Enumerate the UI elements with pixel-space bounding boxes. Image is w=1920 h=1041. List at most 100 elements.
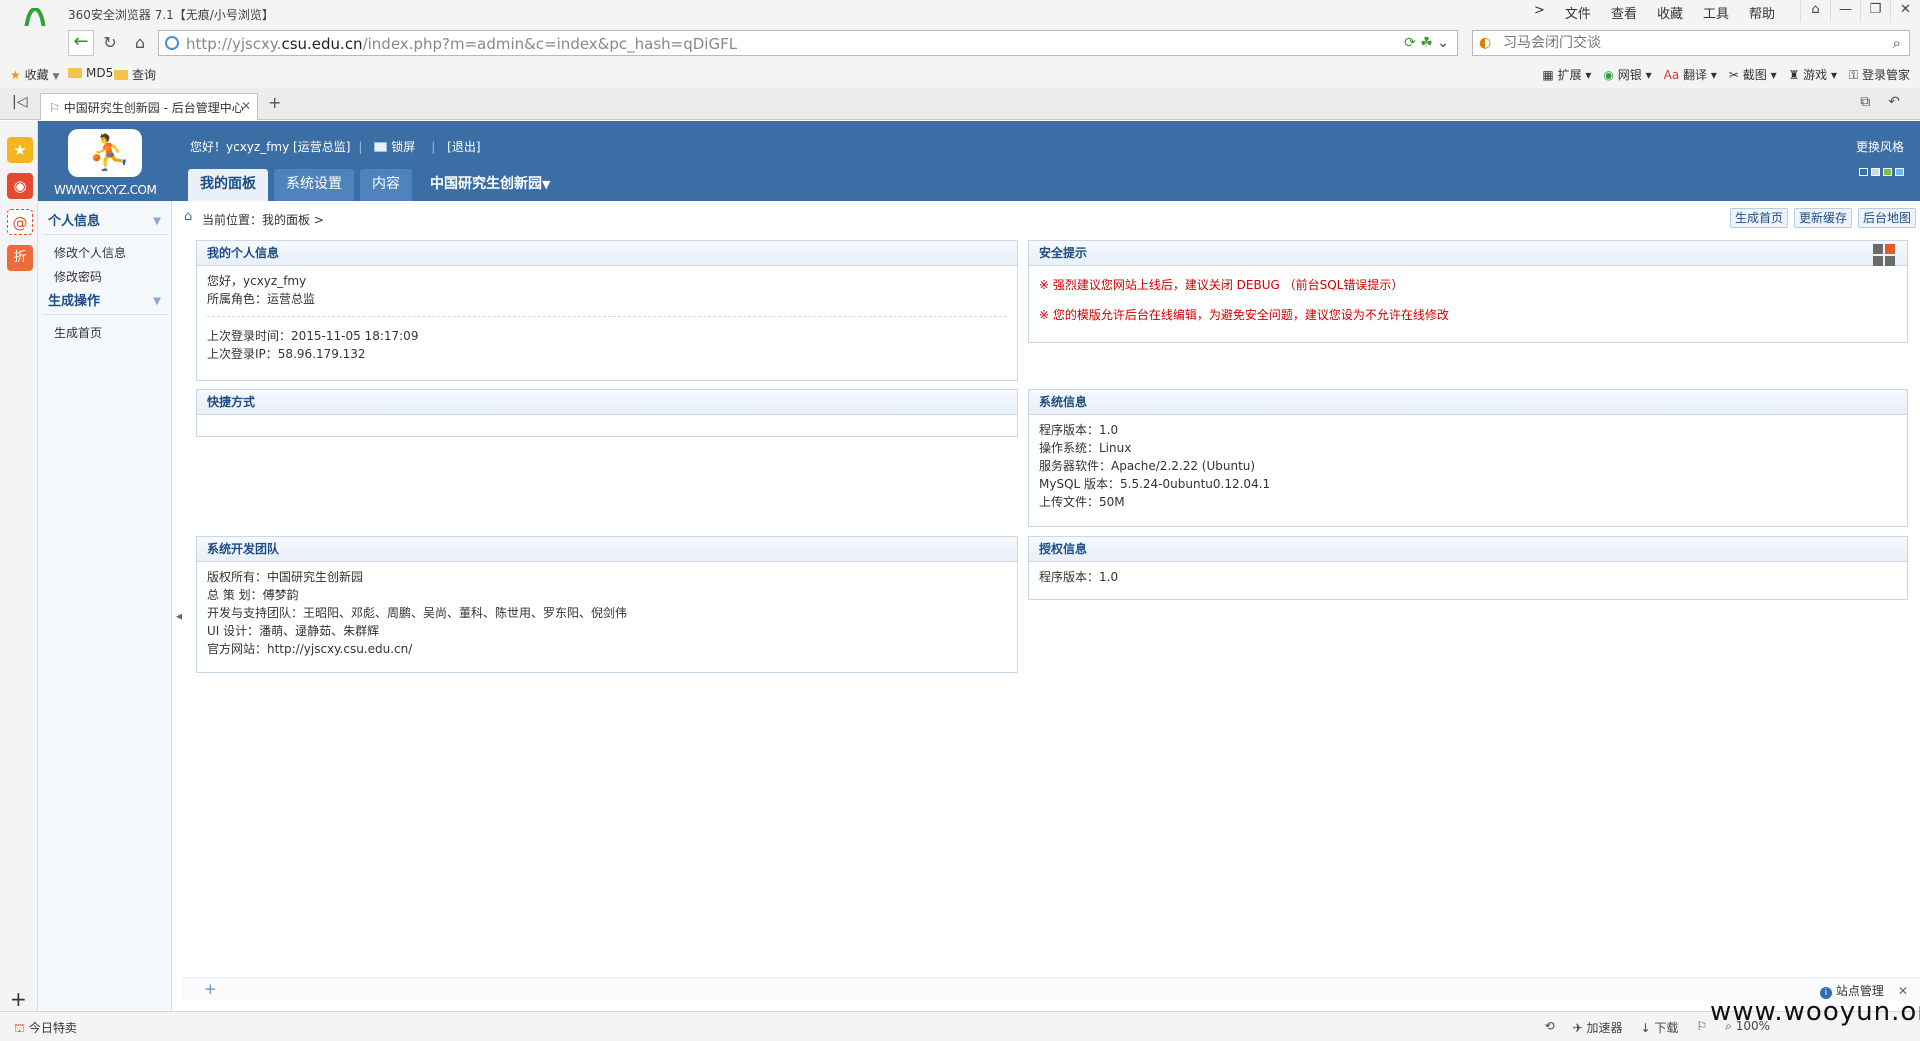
- maximize-button[interactable]: ❐: [1860, 0, 1890, 22]
- panel-title: 授权信息: [1029, 537, 1907, 562]
- breadcrumb: 当前位置：我的面板 >: [202, 213, 324, 227]
- security-warning-debug: ※ 强烈建议您网站上线后，建议关闭 DEBUG （前台SQL错误提示）: [1039, 278, 1404, 292]
- site-logo[interactable]: ⛹: [68, 129, 142, 177]
- address-extension-icons[interactable]: ⟳ ☘ ⌄: [1404, 35, 1449, 51]
- swatch-blue[interactable]: [1859, 168, 1868, 176]
- swatch-green[interactable]: [1883, 168, 1892, 176]
- url-text[interactable]: http://yjscxy.csu.edu.cn/index.php?m=adm…: [186, 35, 737, 53]
- collapse-icon[interactable]: ▼: [153, 209, 161, 235]
- sidebar-group-generate[interactable]: 生成操作 ▼: [42, 289, 167, 315]
- folder-icon: [114, 70, 128, 80]
- toolbar-translate[interactable]: Aa 翻译 ▾: [1664, 66, 1717, 83]
- toolbar-games[interactable]: ♜ 游戏 ▾: [1789, 66, 1837, 83]
- tab-system-settings[interactable]: 系统设置: [274, 169, 354, 201]
- favorites-star-icon[interactable]: ★: [7, 137, 33, 163]
- weibo-icon[interactable]: ◉: [7, 173, 33, 199]
- last-login-time: 上次登录时间：2015-11-05 18:17:09: [207, 329, 419, 343]
- logo-figure-icon: ⛹: [88, 133, 131, 173]
- collapse-icon[interactable]: ▼: [153, 289, 161, 315]
- server-software: 服务器软件：Apache/2.2.22 (Ubuntu): [1039, 459, 1256, 473]
- status-refresh-icon[interactable]: ⟲: [1545, 1019, 1555, 1036]
- menu-file[interactable]: 文件: [1565, 3, 1591, 22]
- address-bar[interactable]: http://yjscxy.csu.edu.cn/index.php?m=adm…: [158, 30, 1458, 56]
- official-site: 官方网站：http://yjscxy.csu.edu.cn/: [207, 642, 413, 656]
- close-icon[interactable]: ✕: [1898, 984, 1908, 998]
- ui-design: UI 设计：潘萌、逯静茹、朱群辉: [207, 624, 380, 638]
- update-cache-button[interactable]: 更新缓存: [1793, 208, 1852, 228]
- monitor-icon: [374, 142, 388, 152]
- panel-system-info: 系统信息 程序版本：1.0 操作系统：Linux 服务器软件：Apache/2.…: [1028, 389, 1908, 527]
- panel-security: 安全提示 ※ 强烈建议您网站上线后，建议关闭 DEBUG （前台SQL错误提示）…: [1028, 240, 1908, 343]
- panel-my-info: 我的个人信息 您好，ycxyz_fmy 所属角色：运营总监 上次登录时间：201…: [196, 240, 1018, 381]
- status-flag-icon[interactable]: ⚐: [1696, 1019, 1707, 1036]
- search-engine-icon[interactable]: ◐: [1479, 35, 1491, 51]
- browser-navbar: ← ↻ ⌂ http://yjscxy.csu.edu.cn/index.php…: [0, 26, 1920, 60]
- menu-tools[interactable]: 工具: [1703, 3, 1729, 22]
- back-arrow-icon[interactable]: ←: [68, 30, 94, 56]
- last-login-ip: 上次登录IP：58.96.179.132: [207, 347, 366, 361]
- tab-admin[interactable]: ⚐ 中国研究生创新园 - 后台管理中心 ✕: [40, 93, 258, 120]
- menu-help[interactable]: 帮助: [1749, 3, 1775, 22]
- search-icon[interactable]: ⌕: [1893, 34, 1901, 52]
- bookmark-query[interactable]: 查询: [114, 66, 156, 83]
- tabbar-right: ⧉ ↶: [1860, 94, 1900, 110]
- panel-dev-team: 系统开发团队 版权所有：中国研究生创新园 总 策 划：傅梦韵 开发与支持团队：王…: [196, 536, 1018, 673]
- tab-scroll-left-icon[interactable]: |◁: [12, 94, 27, 110]
- discount-icon[interactable]: 折: [7, 245, 33, 271]
- menu-view[interactable]: 查看: [1611, 3, 1637, 22]
- refresh-icon[interactable]: ↻: [98, 31, 122, 55]
- security-warning-template: ※ 您的模版允许后台在线编辑，为避免安全问题，建议您设为不允许在线修改: [1039, 308, 1449, 322]
- toolbar-login-manager[interactable]: ⚿ 登录管家: [1849, 66, 1910, 83]
- skin-icon[interactable]: ⌂: [1800, 0, 1830, 22]
- swatch-gray[interactable]: [1871, 168, 1880, 176]
- minimize-button[interactable]: —: [1830, 0, 1860, 22]
- panel-title: 我的个人信息: [197, 241, 1017, 266]
- menu-back-icon[interactable]: >: [1534, 3, 1545, 22]
- tab-content[interactable]: 内容: [360, 169, 412, 201]
- sidebar-group-personal[interactable]: 个人信息 ▼: [42, 209, 167, 235]
- page-flag-icon: ⚐: [49, 101, 60, 115]
- greeting-text: 您好，ycxyz_fmy: [207, 274, 307, 288]
- layout-toggle-icon[interactable]: [1873, 241, 1899, 266]
- browser-statusbar: ⛫ 今日特卖 ⟲ ✈ 加速器 ↓ 下载 ⚐ ⌕ 100%: [0, 1011, 1920, 1041]
- downloads[interactable]: ↓ 下载: [1640, 1019, 1678, 1036]
- bookmark-md5[interactable]: MD5: [68, 66, 113, 80]
- tab-site-select[interactable]: 中国研究生创新园▼: [418, 169, 562, 201]
- home-icon: ⌂: [184, 209, 193, 224]
- user-info: 您好！ycxyz_fmy [运营总监] | 锁屏 | [退出]: [190, 140, 481, 154]
- sidebar-item-change-password[interactable]: 修改密码: [38, 265, 171, 289]
- sidebar-item-edit-profile[interactable]: 修改个人信息: [38, 241, 171, 265]
- lock-screen-link[interactable]: 锁屏: [374, 140, 423, 154]
- panel-title: 系统开发团队: [197, 537, 1017, 562]
- logout-link[interactable]: [退出]: [447, 140, 480, 154]
- menu-favorites[interactable]: 收藏: [1657, 3, 1683, 22]
- restore-tabs-icon[interactable]: ⧉: [1860, 94, 1870, 110]
- change-style-link[interactable]: 更换风格: [1856, 138, 1904, 155]
- caret-down-icon: ▼: [542, 178, 551, 191]
- style-swatches: [1859, 168, 1904, 176]
- accelerator[interactable]: ✈ 加速器: [1573, 1019, 1623, 1036]
- new-tab-button[interactable]: +: [268, 93, 281, 112]
- tab-my-panel[interactable]: 我的面板: [188, 169, 268, 201]
- sidebar-add-icon[interactable]: +: [10, 987, 27, 1011]
- generate-home-button[interactable]: 生成首页: [1729, 208, 1788, 228]
- close-button[interactable]: ✕: [1890, 0, 1920, 22]
- sidebar-item-generate-home[interactable]: 生成首页: [38, 321, 171, 345]
- search-input[interactable]: [1503, 33, 1873, 53]
- today-deals[interactable]: ⛫ 今日特卖: [14, 1019, 77, 1037]
- tab-close-icon[interactable]: ✕: [241, 99, 251, 113]
- undo-close-icon[interactable]: ↶: [1888, 94, 1900, 110]
- swatch-lightblue[interactable]: [1895, 168, 1904, 176]
- upload-limit: 上传文件：50M: [1039, 495, 1125, 509]
- toolbar-extensions[interactable]: ▦ 扩展 ▾: [1542, 66, 1591, 83]
- home-icon[interactable]: ⌂: [128, 31, 152, 55]
- admin-map-button[interactable]: 后台地图: [1857, 208, 1916, 228]
- bookmark-favorites[interactable]: ★ 收藏 ▼: [10, 66, 59, 83]
- toolbar-ebank[interactable]: ◉ 网银 ▾: [1603, 66, 1651, 83]
- main-tabs: 我的面板 系统设置 内容 中国研究生创新园▼: [188, 169, 562, 201]
- panel-title: 安全提示: [1029, 241, 1907, 266]
- toolbar-screenshot[interactable]: ✂ 截图 ▾: [1729, 66, 1777, 83]
- add-icon[interactable]: +: [204, 980, 217, 998]
- panel-license: 授权信息 程序版本：1.0: [1028, 536, 1908, 600]
- mail-icon[interactable]: @: [7, 209, 33, 235]
